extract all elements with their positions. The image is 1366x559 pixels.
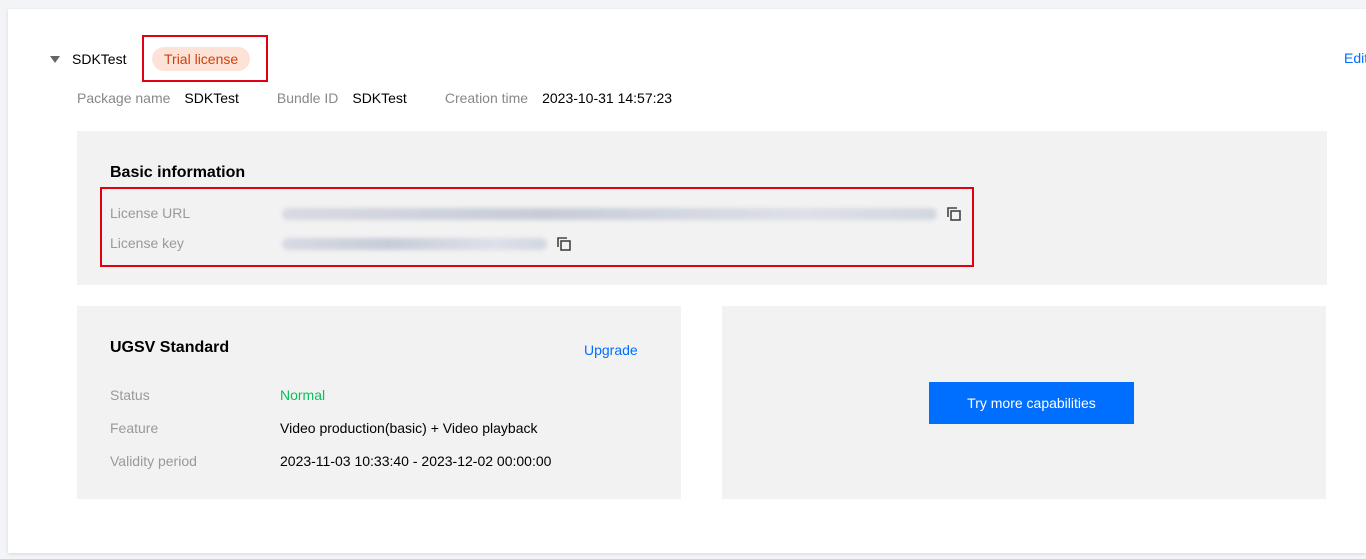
- license-highlight-box: [100, 187, 974, 267]
- caret-down-icon[interactable]: [50, 55, 60, 63]
- status-value: Normal: [280, 387, 326, 403]
- license-url-label: License URL: [110, 205, 191, 221]
- feature-label: Feature: [110, 420, 159, 436]
- app-name: SDKTest: [72, 51, 127, 67]
- app-meta: Package name SDKTest Bundle ID SDKTest C…: [77, 90, 710, 106]
- ugsv-standard-panel: [77, 306, 681, 499]
- license-key-label: License key: [110, 235, 184, 251]
- copy-icon[interactable]: [557, 237, 571, 251]
- try-more-capabilities-button[interactable]: Try more capabilities: [929, 382, 1134, 424]
- bundle-id-value: SDKTest: [352, 90, 407, 106]
- copy-icon[interactable]: [947, 207, 961, 221]
- edit-link[interactable]: Edit: [1344, 50, 1366, 66]
- package-name-label: Package name: [77, 90, 171, 106]
- upgrade-link[interactable]: Upgrade: [584, 342, 638, 358]
- app-header: SDKTest: [50, 47, 138, 71]
- validity-label: Validity period: [110, 453, 197, 469]
- feature-value: Video production(basic) + Video playback: [280, 420, 538, 436]
- license-key-value: [282, 238, 547, 250]
- ugsv-title: UGSV Standard: [110, 339, 230, 356]
- package-name-value: SDKTest: [184, 90, 239, 106]
- status-label: Status: [110, 387, 150, 403]
- basic-info-title: Basic information: [110, 164, 246, 181]
- license-url-value: [282, 208, 937, 220]
- creation-time-value: 2023-10-31 14:57:23: [542, 90, 673, 106]
- creation-time-label: Creation time: [444, 90, 529, 106]
- bundle-id-label: Bundle ID: [276, 90, 339, 106]
- license-type-badge: Trial license: [152, 47, 251, 71]
- validity-value: 2023-11-03 10:33:40 - 2023-12-02 00:00:0…: [280, 453, 552, 469]
